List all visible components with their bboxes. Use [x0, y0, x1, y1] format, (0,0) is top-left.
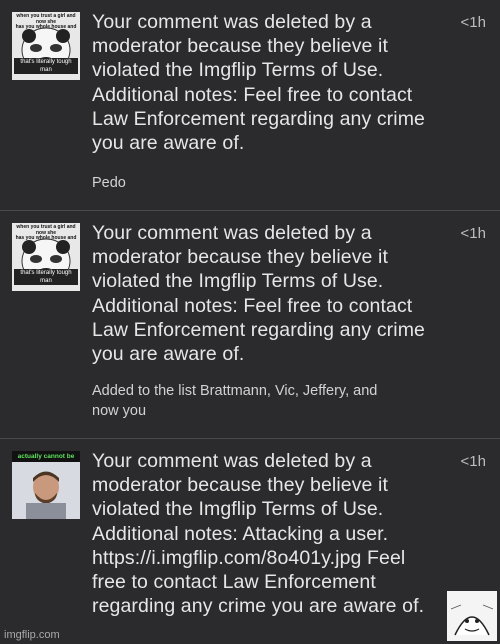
mugshot-thumbnail[interactable]: actually cannot be funy joke: [12, 451, 80, 519]
notification-message: Your comment was deleted by a moderator …: [92, 222, 425, 366]
timestamp: <1h: [460, 225, 486, 242]
imgflip-watermark: imgflip.com: [4, 629, 60, 641]
timestamp: <1h: [460, 453, 486, 470]
notification-item[interactable]: when you trust a girl and now she has yo…: [0, 210, 500, 438]
notification-message: Your comment was deleted by a moderator …: [92, 450, 425, 618]
notification-message: Your comment was deleted by a moderator …: [92, 11, 425, 155]
thumb-bottom-caption: that's literally tough man: [14, 269, 78, 285]
notification-item[interactable]: when you trust a girl and now she has yo…: [0, 0, 500, 210]
moderator-note: Pedo: [92, 175, 126, 191]
timestamp: <1h: [460, 14, 486, 31]
thumb-bottom-caption: that's literally tough man: [14, 58, 78, 74]
panda-meme-face-thumbnail[interactable]: when you trust a girl and now she has yo…: [12, 12, 80, 80]
sketch-meme-face-icon: [447, 591, 497, 641]
notification-feed: when you trust a girl and now she has yo…: [0, 0, 500, 644]
notification-item[interactable]: actually cannot be funy joke Your commen…: [0, 438, 500, 644]
panda-meme-face-thumbnail[interactable]: when you trust a girl and now she has yo…: [12, 223, 80, 291]
moderator-note: Added to the list Brattmann, Vic, Jeffer…: [92, 383, 378, 419]
